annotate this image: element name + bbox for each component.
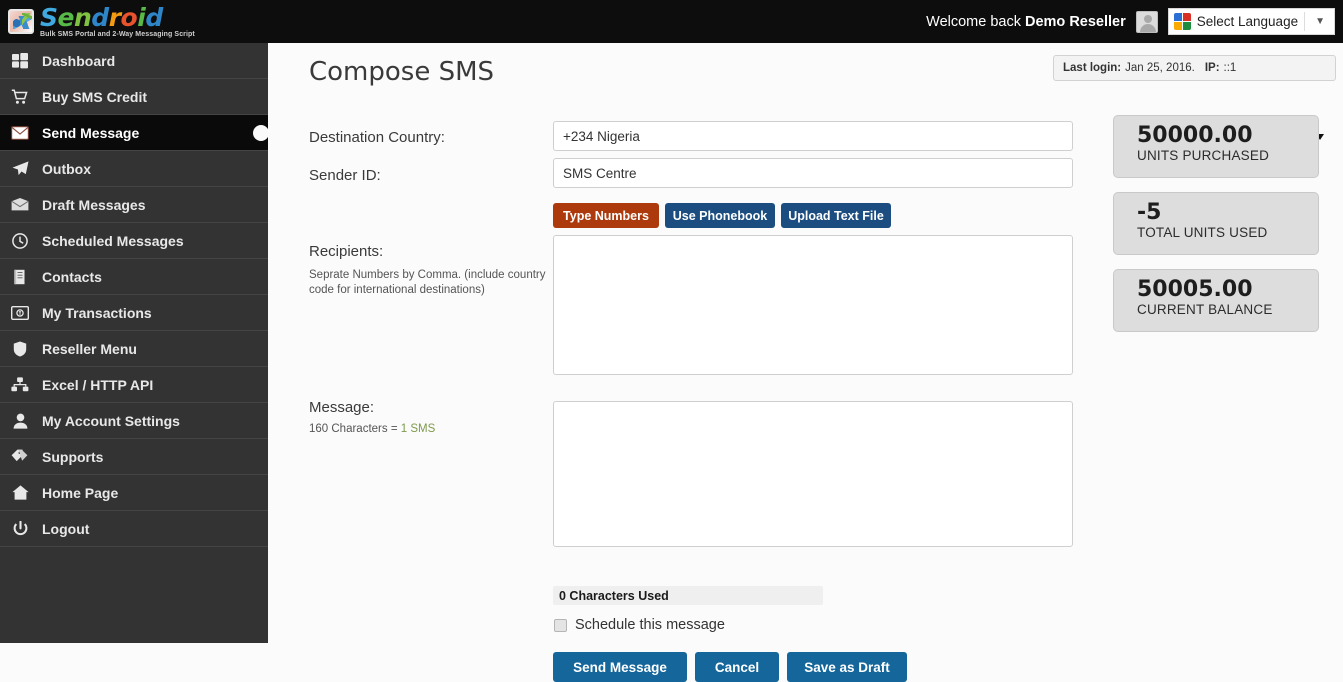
clock-icon [10, 232, 30, 250]
cancel-button[interactable]: Cancel [695, 652, 779, 682]
sidebar-item-send-message[interactable]: Send Message [0, 115, 268, 151]
tab-use-phonebook[interactable]: Use Phonebook [665, 203, 775, 228]
stat-card-value: 50000.00 [1137, 123, 1253, 148]
sidebar-item-outbox[interactable]: Outbox [0, 151, 268, 187]
sidebar-item-buy-sms-credit[interactable]: Buy SMS Credit [0, 79, 268, 115]
message-hint: 160 Characters = 1 SMS [309, 422, 435, 437]
schedule-message-label: Schedule this message [575, 617, 725, 633]
sidebar-item-supports[interactable]: Supports [0, 439, 268, 475]
book-icon [10, 268, 30, 286]
sidebar-item-draft-messages[interactable]: Draft Messages [0, 187, 268, 223]
stat-card-value: 50005.00 [1137, 277, 1253, 302]
stat-card-label: CURRENT BALANCE [1137, 302, 1273, 317]
sidebar-item-my-transactions[interactable]: My Transactions [0, 295, 268, 331]
brand-logo[interactable]: Sendroid Bulk SMS Portal and 2-Way Messa… [0, 0, 268, 43]
sidebar-item-label: Draft Messages [42, 196, 146, 213]
user-name: Demo Reseller [1025, 13, 1126, 30]
paper-plane-icon [10, 160, 30, 178]
sidebar: Dashboard Buy SMS Credit Send Message Outbo… [0, 43, 268, 643]
stat-card-label: TOTAL UNITS USED [1137, 225, 1268, 240]
avatar[interactable] [1135, 10, 1158, 33]
tab-type-numbers[interactable]: Type Numbers [553, 203, 659, 228]
shopping-cart-icon [10, 88, 30, 106]
sidebar-item-label: My Account Settings [42, 412, 180, 429]
sidebar-item-label: Excel / HTTP API [42, 376, 154, 393]
stat-card-value: -5 [1137, 200, 1162, 225]
sidebar-item-label: Contacts [42, 268, 102, 285]
sidebar-item-reseller-menu[interactable]: Reseller Menu [0, 331, 268, 367]
shield-icon [10, 340, 30, 358]
sidebar-item-label: Dashboard [42, 52, 116, 69]
language-selector-label: Select Language [1196, 14, 1299, 29]
sender-id-input[interactable] [553, 158, 1073, 188]
tag-icon [10, 448, 30, 466]
sidebar-item-contacts[interactable]: Contacts [0, 259, 268, 295]
sidebar-item-logout[interactable]: Logout [0, 511, 268, 547]
sidebar-item-label: Send Message [42, 124, 140, 141]
money-icon [10, 304, 30, 322]
power-icon [10, 520, 30, 538]
sidebar-item-label: Outbox [42, 160, 91, 177]
sidebar-item-scheduled-messages[interactable]: Scheduled Messages [0, 223, 268, 259]
stat-card: -5 TOTAL UNITS USED [1113, 192, 1319, 255]
top-bar: Sendroid Bulk SMS Portal and 2-Way Messa… [0, 0, 1343, 43]
sidebar-item-excel-http-api[interactable]: Excel / HTTP API [0, 367, 268, 403]
recipients-label: Recipients: [309, 243, 384, 260]
welcome-prefix: Welcome back [926, 13, 1021, 30]
language-selector[interactable]: Select Language ▼ [1167, 8, 1335, 35]
tab-upload-text-file[interactable]: Upload Text File [781, 203, 891, 228]
send-message-button[interactable]: Send Message [553, 652, 687, 682]
message-hint-highlight: 1 SMS [400, 423, 436, 435]
welcome-message: Welcome back Demo Reseller [926, 14, 1126, 30]
home-icon [10, 484, 30, 502]
chevron-down-icon[interactable]: ▼ [1311, 16, 1332, 27]
sidebar-item-label: Supports [42, 448, 104, 465]
schedule-message-checkbox[interactable] [554, 618, 567, 632]
sidebar-item-label: Reseller Menu [42, 340, 137, 357]
sidebar-item-label: Home Page [42, 484, 119, 501]
recipients-hint: Seprate Numbers by Comma. (include count… [309, 269, 546, 296]
user-icon [10, 412, 30, 430]
sidebar-item-label: Buy SMS Credit [42, 88, 148, 105]
logo-badge-icon [8, 9, 34, 34]
sidebar-item-dashboard[interactable]: Dashboard [0, 43, 268, 79]
stat-card: 50000.00 UNITS PURCHASED [1113, 115, 1319, 178]
message-textarea[interactable] [553, 401, 1073, 547]
destination-country-select[interactable]: +234 Nigeria [553, 121, 1073, 151]
sender-id-label: Sender ID: [309, 167, 381, 184]
message-hint-prefix: 160 Characters = [309, 423, 401, 435]
sidebar-item-label: Scheduled Messages [42, 232, 184, 249]
stat-card-label: UNITS PURCHASED [1137, 148, 1270, 163]
main-content: Compose SMS Last login: Jan 25, 2016. IP… [268, 43, 1343, 682]
google-translate-icon [1173, 13, 1191, 30]
brand-tagline: Bulk SMS Portal and 2-Way Messaging Scri… [40, 31, 195, 38]
sitemap-icon [10, 376, 30, 394]
destination-country-label: Destination Country: [309, 129, 445, 146]
sidebar-item-home-page[interactable]: Home Page [0, 475, 268, 511]
sidebar-item-label: My Transactions [42, 304, 152, 321]
sidebar-item-label: Logout [42, 520, 90, 537]
recipients-textarea[interactable] [553, 235, 1073, 375]
message-label: Message: [309, 399, 375, 416]
sidebar-item-my-account-settings[interactable]: My Account Settings [0, 403, 268, 439]
envelope-open-icon [10, 196, 30, 214]
brand-name: Sendroid [40, 3, 163, 32]
characters-used-count: 0 Characters Used [559, 589, 669, 603]
stat-card: 50005.00 CURRENT BALANCE [1113, 269, 1319, 332]
envelope-icon [10, 124, 30, 142]
windows-grid-icon [10, 52, 30, 70]
schedule-message-row[interactable]: Schedule this message [554, 617, 725, 633]
save-as-draft-button[interactable]: Save as Draft [787, 652, 907, 682]
